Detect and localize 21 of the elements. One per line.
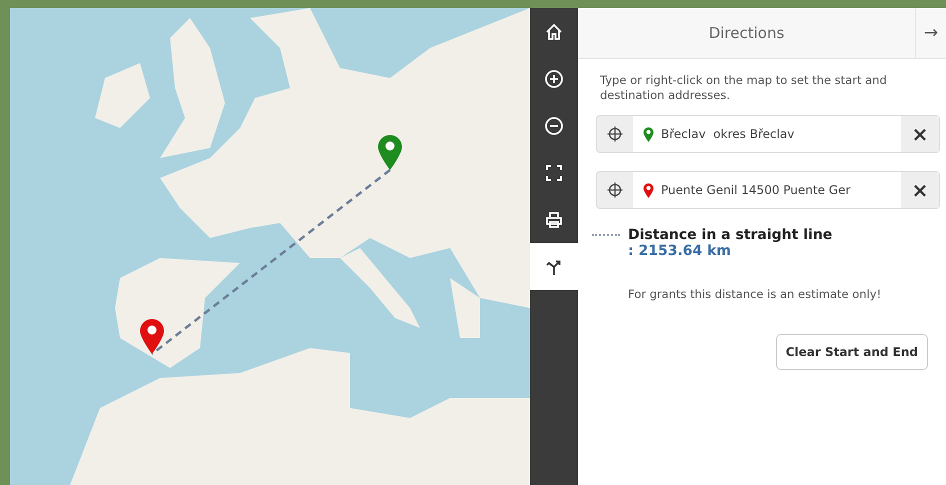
crosshair-icon[interactable] — [607, 182, 623, 198]
distance-label: Distance in a straight line — [628, 227, 832, 243]
address-field[interactable]: Puente Genil 14500 Puente Ger × — [596, 171, 940, 209]
map-pin-icon[interactable] — [139, 318, 165, 354]
toolbar-button[interactable] — [530, 243, 578, 290]
zoom-in-icon — [544, 68, 564, 88]
fullscreen-icon — [544, 162, 564, 182]
map-pin-icon[interactable] — [377, 134, 403, 170]
dotted-line-legend-icon — [592, 234, 620, 236]
address-text: Břeclav okres Břeclav — [661, 127, 794, 141]
distance-value: : 2153.64 km — [628, 243, 732, 259]
instructions-text: Type or right-click on the map to set the start and destination addresses. — [600, 73, 888, 103]
home-icon — [544, 22, 564, 42]
zoom-out-icon — [544, 116, 564, 136]
estimate-note: For grants this distance is an estimate only! — [628, 287, 882, 301]
clear-start-end-button[interactable]: Clear Start and End — [776, 334, 928, 370]
printer-icon — [544, 210, 564, 230]
address-text: Puente Genil 14500 Puente Ger — [661, 183, 850, 197]
panel-title: Directions — [708, 24, 784, 42]
crosshair-icon[interactable] — [607, 126, 623, 142]
address-field[interactable]: Břeclav okres Břeclav × — [596, 115, 940, 153]
